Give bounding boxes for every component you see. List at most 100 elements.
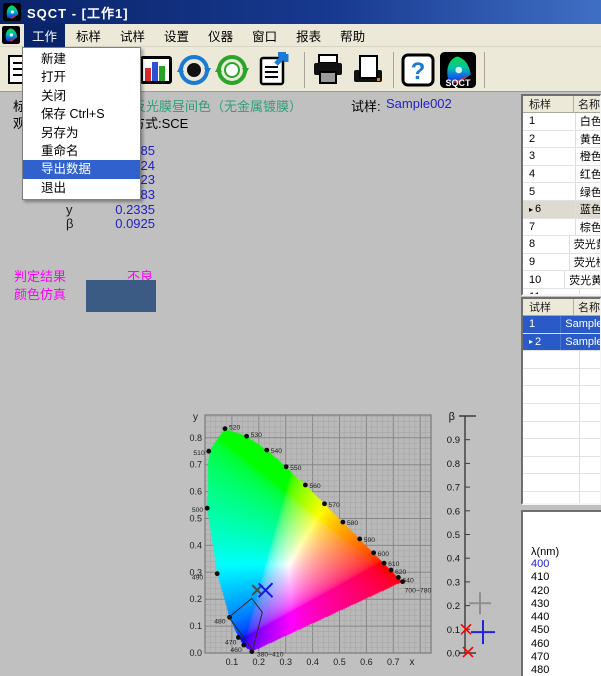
bar-chart-icon[interactable] xyxy=(138,52,174,88)
standards-table-row[interactable]: 11 xyxy=(523,289,600,296)
menu-item[interactable]: 重命名 xyxy=(23,142,140,160)
menu-item[interactable]: 新建 xyxy=(23,50,140,68)
color-simulation-label: 颜色仿真 xyxy=(14,284,66,303)
standards-rows: 1白色2黄色3橙色4红色5绿色▸6蓝色7棕色8荧光黄9荧光橙10荧光黄绿11 xyxy=(523,113,600,296)
wavelength-row[interactable]: 480 xyxy=(531,664,601,676)
svg-text:SQCT: SQCT xyxy=(445,78,471,88)
samples-table-empty-row[interactable] xyxy=(523,369,600,387)
samples-table-empty-row[interactable] xyxy=(523,404,600,422)
wavelength-row[interactable]: 460 xyxy=(531,638,601,651)
svg-text:700~780: 700~780 xyxy=(405,588,432,595)
menu-工作[interactable]: 工作 xyxy=(24,23,65,48)
samples-table-row[interactable]: ▸2Sample002 xyxy=(523,334,600,352)
svg-text:470: 470 xyxy=(225,639,237,646)
row-number: 10 xyxy=(523,271,565,288)
wavelength-row[interactable]: 400 xyxy=(531,558,601,571)
standards-table-row[interactable]: 5绿色 xyxy=(523,183,600,201)
beta-axis: β0.90.80.70.60.50.40.30.20.10.0 xyxy=(433,405,519,667)
empty-cell xyxy=(523,457,580,474)
samples-table-empty-row[interactable] xyxy=(523,474,600,492)
standards-table-row[interactable]: 10荧光黄绿 xyxy=(523,271,600,289)
menu-窗口[interactable]: 窗口 xyxy=(244,23,285,48)
menu-仪器[interactable]: 仪器 xyxy=(200,23,241,48)
standards-table-row[interactable]: 7棕色 xyxy=(523,219,600,237)
standards-table-row[interactable]: 2黄色 xyxy=(523,131,600,149)
app-icon[interactable] xyxy=(3,3,21,21)
wavelength-row[interactable]: 440 xyxy=(531,611,601,624)
help-icon[interactable]: ? xyxy=(400,52,436,88)
menu-item[interactable]: 另存为 xyxy=(23,124,140,142)
svg-text:0.6: 0.6 xyxy=(447,506,460,517)
calibrate-black-icon[interactable] xyxy=(176,52,212,88)
menu-标样[interactable]: 标样 xyxy=(68,23,109,48)
standard-name-cell: 黄色 xyxy=(576,131,600,147)
current-row-marker: ▸ xyxy=(529,205,533,214)
samples-table-row[interactable]: 1Sample001 xyxy=(523,316,600,334)
samples-col2-header: 名称 xyxy=(574,299,600,315)
samples-table-empty-row[interactable] xyxy=(523,457,600,475)
row-number: 9 xyxy=(523,254,570,271)
menu-item[interactable]: 导出数据 xyxy=(23,160,140,178)
svg-text:β: β xyxy=(449,411,455,423)
menu-试样[interactable]: 试样 xyxy=(112,23,153,48)
samples-table-empty-row[interactable] xyxy=(523,351,600,369)
sample-name: Sample002 xyxy=(386,96,452,111)
standard-name-cell: 白色 xyxy=(576,113,600,129)
standards-panel: 标样 名称 1白色2黄色3橙色4红色5绿色▸6蓝色7棕色8荧光黄9荧光橙10荧光… xyxy=(521,94,601,296)
menu-item[interactable]: 关闭 xyxy=(23,87,140,105)
standards-table-row[interactable]: 9荧光橙 xyxy=(523,254,600,272)
svg-text:460: 460 xyxy=(230,647,242,654)
row-number: 1 xyxy=(523,316,561,333)
svg-text:550: 550 xyxy=(290,465,302,472)
row-number: 11 xyxy=(523,289,580,296)
toolbar-separator xyxy=(304,52,305,88)
menu-设置[interactable]: 设置 xyxy=(156,23,197,48)
calibrate-white-icon[interactable] xyxy=(214,52,250,88)
toolbar-separator xyxy=(393,52,394,88)
standards-table-row[interactable]: 1白色 xyxy=(523,113,600,131)
svg-text:490: 490 xyxy=(192,575,204,582)
value-rows: y0.2335β0.0925 xyxy=(0,203,155,232)
document-icon[interactable] xyxy=(2,26,20,44)
wavelength-row[interactable]: 470 xyxy=(531,651,601,664)
wavelength-row[interactable]: 420 xyxy=(531,585,601,598)
svg-text:610: 610 xyxy=(388,561,400,568)
print-preview-icon[interactable] xyxy=(350,52,386,88)
svg-text:510: 510 xyxy=(193,450,205,457)
toolbar-separator xyxy=(484,52,485,88)
samples-table-empty-row[interactable] xyxy=(523,492,600,505)
svg-text:0.4: 0.4 xyxy=(447,554,460,565)
wavelength-panel: λ(nm) 400410420430440450460470480490 xyxy=(521,510,601,676)
standards-table-row[interactable]: 8荧光黄 xyxy=(523,236,600,254)
samples-panel: 试样 名称 1Sample001▸2Sample002 xyxy=(521,297,601,505)
app-window: SQCT - [工作1] 工作标样试样设置仪器窗口报表帮助 xyxy=(0,0,601,676)
samples-table-empty-row[interactable] xyxy=(523,386,600,404)
svg-text:570: 570 xyxy=(328,502,340,509)
svg-text:0.2: 0.2 xyxy=(447,601,460,612)
svg-text:520: 520 xyxy=(229,425,241,432)
svg-text:0.5: 0.5 xyxy=(447,530,460,541)
standards-table-row[interactable]: 3橙色 xyxy=(523,148,600,166)
menu-帮助[interactable]: 帮助 xyxy=(332,23,373,48)
standards-table-row[interactable]: ▸6蓝色 xyxy=(523,201,600,219)
wavelength-row[interactable]: 450 xyxy=(531,624,601,637)
menu-item[interactable]: 保存 Ctrl+S xyxy=(23,105,140,123)
samples-table-empty-row[interactable] xyxy=(523,439,600,457)
standards-table-row[interactable]: 4红色 xyxy=(523,166,600,184)
menu-item[interactable]: 退出 xyxy=(23,179,140,197)
empty-cell xyxy=(523,351,580,368)
samples-table-empty-row[interactable] xyxy=(523,422,600,440)
sqct-logo-icon[interactable]: SQCT xyxy=(440,52,476,88)
samples-col1-header: 试样 xyxy=(523,299,574,315)
empty-cell xyxy=(523,474,580,491)
wavelength-row[interactable]: 430 xyxy=(531,598,601,611)
menu-item[interactable]: 打开 xyxy=(23,68,140,86)
svg-text:620: 620 xyxy=(395,569,407,576)
export-report-icon[interactable] xyxy=(256,52,292,88)
menu-报表[interactable]: 报表 xyxy=(288,23,329,48)
wavelength-row[interactable]: 410 xyxy=(531,571,601,584)
judgement-label: 判定结果 xyxy=(14,266,66,285)
svg-text:540: 540 xyxy=(271,448,283,455)
print-icon[interactable] xyxy=(310,52,346,88)
svg-text:380~410: 380~410 xyxy=(257,652,284,659)
